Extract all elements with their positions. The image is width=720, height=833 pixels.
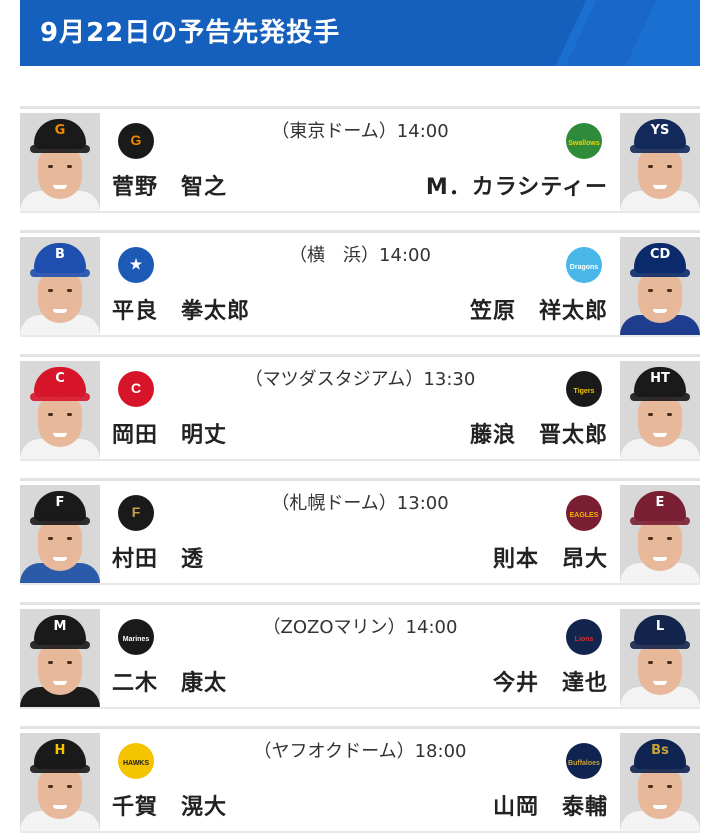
game-row[interactable]: G YS G Swallows （東京ドーム）14:00 菅野 智之 M．カラシティー — [20, 106, 700, 213]
photo-face — [38, 397, 82, 447]
photo-eye — [667, 413, 672, 416]
page-title: 9月22日の予告先発投手 — [40, 18, 341, 48]
away-pitcher-name[interactable]: 則本 昂大 — [493, 541, 608, 573]
cap-brim — [630, 641, 690, 649]
photo-eye — [67, 537, 72, 540]
photo-eye — [648, 661, 653, 664]
away-pitcher-name[interactable]: 笠原 祥太郎 — [470, 293, 608, 325]
photo-face — [638, 645, 682, 695]
photo-eye — [667, 537, 672, 540]
game-venue-time: （東京ドーム）14:00 — [271, 121, 449, 142]
game-venue-time: （マツダスタジアム）13:30 — [244, 369, 476, 390]
photo-eye — [67, 661, 72, 664]
away-pitcher-name[interactable]: M．カラシティー — [426, 169, 608, 201]
photo-face — [638, 521, 682, 571]
photo-face — [38, 521, 82, 571]
home-pitcher-name[interactable]: 菅野 智之 — [112, 169, 227, 201]
photo-mouth — [653, 805, 667, 809]
photo-eye — [648, 785, 653, 788]
home-pitcher-name[interactable]: 千賀 滉大 — [112, 789, 227, 821]
photo-eye — [648, 165, 653, 168]
photo-face — [38, 645, 82, 695]
cap-brim — [630, 393, 690, 401]
photo-face — [38, 149, 82, 199]
game-venue-time: （ZOZOマリン）14:00 — [262, 617, 458, 638]
cap-brim — [30, 145, 90, 153]
cap-brim — [30, 765, 90, 773]
photo-eye — [48, 661, 53, 664]
home-pitcher-name[interactable]: 二木 康太 — [112, 665, 227, 697]
photo-eye — [48, 289, 53, 292]
game-row[interactable]: B CD ★ Dragons （横 浜）14:00 平良 拳太郎 笠原 祥太郎 — [20, 230, 700, 337]
game-row[interactable]: C HT C Tigers （マツダスタジアム）13:30 岡田 明丈 藤浪 晋太郎 — [20, 354, 700, 461]
cap-brim — [630, 269, 690, 277]
photo-eye — [648, 413, 653, 416]
photo-eye — [48, 537, 53, 540]
photo-eye — [48, 165, 53, 168]
photo-mouth — [53, 805, 67, 809]
home-pitcher-name[interactable]: 平良 拳太郎 — [112, 293, 250, 325]
photo-eye — [667, 289, 672, 292]
game-venue-time: （横 浜）14:00 — [289, 245, 431, 266]
game-row[interactable]: F E F EAGLES （札幌ドーム）13:00 村田 透則本 昂大 — [20, 478, 700, 585]
photo-mouth — [653, 185, 667, 189]
home-pitcher-name[interactable]: 村田 透 — [112, 541, 204, 573]
game-venue-time: （ヤフオクドーム）18:00 — [253, 741, 467, 762]
photo-eye — [67, 785, 72, 788]
photo-mouth — [53, 309, 67, 313]
photo-eye — [648, 289, 653, 292]
photo-eye — [667, 785, 672, 788]
photo-eye — [648, 537, 653, 540]
photo-face — [38, 273, 82, 323]
away-pitcher-name[interactable]: 藤浪 晋太郎 — [470, 417, 608, 449]
photo-mouth — [653, 309, 667, 313]
photo-face — [638, 149, 682, 199]
photo-mouth — [53, 185, 67, 189]
photo-eye — [667, 165, 672, 168]
cap-brim — [30, 517, 90, 525]
cap-brim — [30, 641, 90, 649]
photo-eye — [667, 661, 672, 664]
photo-eye — [48, 785, 53, 788]
photo-mouth — [653, 433, 667, 437]
cap-brim — [30, 393, 90, 401]
photo-mouth — [653, 681, 667, 685]
photo-eye — [67, 289, 72, 292]
photo-face — [638, 273, 682, 323]
cap-brim — [630, 517, 690, 525]
photo-mouth — [53, 681, 67, 685]
photo-mouth — [653, 557, 667, 561]
header-banner: 9月22日の予告先発投手 — [20, 0, 700, 66]
cap-brim — [630, 765, 690, 773]
game-venue-time: （札幌ドーム）13:00 — [271, 493, 449, 514]
cap-brim — [30, 269, 90, 277]
photo-face — [638, 769, 682, 819]
home-pitcher-name[interactable]: 岡田 明丈 — [112, 417, 227, 449]
photo-eye — [67, 165, 72, 168]
photo-face — [638, 397, 682, 447]
game-row[interactable]: M L Marines Lions （ZOZOマリン）14:00 二木 康太 今井 達也 — [20, 602, 700, 709]
photo-mouth — [53, 557, 67, 561]
photo-face — [38, 769, 82, 819]
photo-mouth — [53, 433, 67, 437]
game-row[interactable]: H Bs HAWKS Buffaloes （ヤフオクドーム）18:00 千賀 滉大 山岡 泰… — [20, 726, 700, 833]
cap-brim — [630, 145, 690, 153]
photo-eye — [48, 413, 53, 416]
away-pitcher-name[interactable]: 今井 達也 — [493, 665, 608, 697]
away-pitcher-name[interactable]: 山岡 泰輔 — [493, 789, 608, 821]
photo-eye — [67, 413, 72, 416]
